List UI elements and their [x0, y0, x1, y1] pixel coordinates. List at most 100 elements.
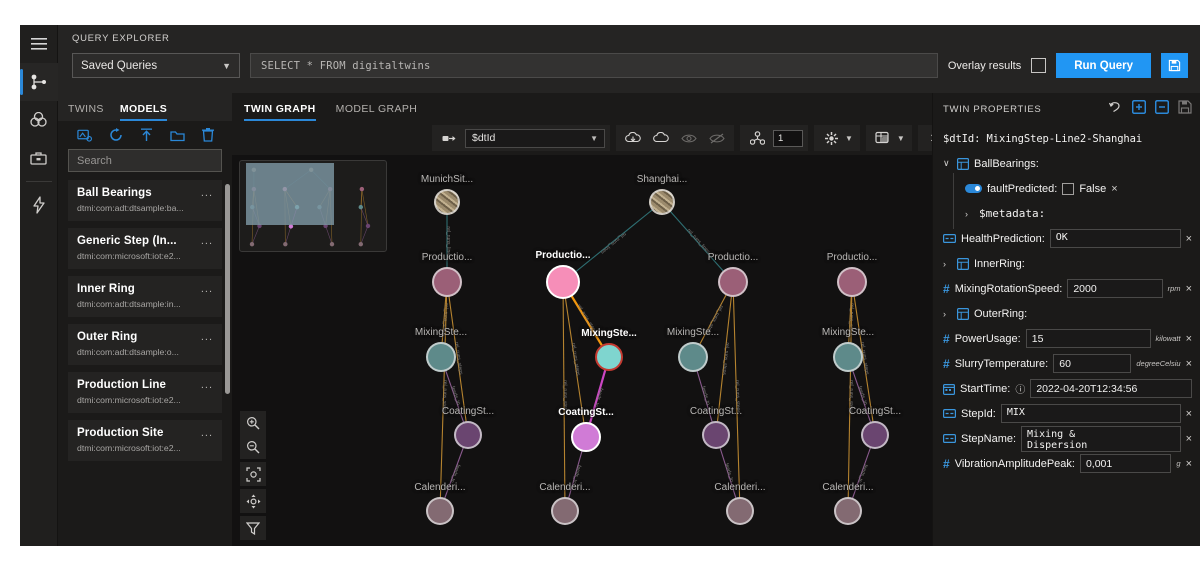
expansion-level-input[interactable]: 1	[773, 130, 803, 147]
query-row: Saved Queries ▼ SELECT * FROM digitaltwi…	[72, 53, 1188, 78]
minimap[interactable]	[239, 160, 387, 252]
list-item[interactable]: Production Site...dtmi:com:microsoft:iot…	[68, 420, 222, 461]
tab-models[interactable]: MODELS	[120, 103, 167, 121]
graph-node[interactable]	[454, 421, 482, 449]
remove-property-button[interactable]: ×	[1111, 183, 1117, 195]
sidebar-item-toolbox[interactable]	[20, 139, 58, 177]
graph-node[interactable]	[678, 342, 708, 372]
overlay-results-checkbox[interactable]	[1031, 58, 1046, 73]
tab-model-graph[interactable]: MODEL GRAPH	[336, 103, 418, 121]
expand-model-icon[interactable]	[621, 127, 645, 149]
graph-node[interactable]	[546, 265, 580, 299]
list-item[interactable]: Inner Ring...dtmi:com:adt:dtsample:in...	[68, 276, 222, 317]
filter-icon[interactable]	[240, 516, 266, 540]
sidebar-item-power[interactable]	[20, 186, 58, 224]
remove-property-button[interactable]: ×	[1186, 433, 1192, 445]
graph-node[interactable]	[702, 421, 730, 449]
property-value-input[interactable]: 15	[1026, 329, 1151, 348]
model-name: Outer Ring	[77, 331, 213, 343]
remove-property-button[interactable]: ×	[1186, 233, 1192, 245]
fit-icon[interactable]	[240, 489, 266, 513]
filter-grid-icon[interactable]	[871, 127, 895, 149]
graph-node[interactable]	[861, 421, 889, 449]
property-value-input[interactable]: 2000	[1067, 279, 1162, 298]
graph-node[interactable]	[649, 189, 675, 215]
expansion-icon[interactable]	[745, 127, 769, 149]
graph-node[interactable]	[434, 189, 460, 215]
list-item[interactable]: Generic Step (In......dtmi:com:microsoft…	[68, 228, 222, 269]
graph-node[interactable]	[426, 342, 456, 372]
model-overflow-button[interactable]: ...	[201, 187, 213, 199]
remove-property-button[interactable]: ×	[1186, 283, 1192, 295]
collapse-model-icon[interactable]	[649, 127, 673, 149]
model-overflow-button[interactable]: ...	[201, 283, 213, 295]
graph-node[interactable]	[837, 267, 867, 297]
graph-node[interactable]	[833, 342, 863, 372]
undo-icon[interactable]	[1109, 100, 1123, 118]
run-query-button[interactable]: Run Query	[1056, 53, 1151, 78]
property-value-input[interactable]: OK	[1050, 229, 1181, 248]
hide-relationship-icon[interactable]	[705, 127, 729, 149]
center-icon[interactable]	[240, 462, 266, 486]
expand-all-icon[interactable]	[1132, 100, 1146, 119]
model-overflow-button[interactable]: ...	[201, 427, 213, 439]
layout-icon[interactable]	[819, 127, 843, 149]
zoom-out-icon[interactable]	[240, 435, 266, 459]
saved-queries-dropdown[interactable]: Saved Queries ▼	[72, 53, 240, 78]
chevron-right-icon[interactable]: ›	[943, 309, 952, 319]
sidebar-item-model-graph[interactable]	[20, 63, 58, 101]
chevron-right-icon[interactable]: ›	[943, 259, 952, 269]
model-overflow-button[interactable]: ...	[201, 379, 213, 391]
save-icon[interactable]	[1178, 100, 1192, 119]
property-value-input[interactable]: 60	[1053, 354, 1131, 373]
models-scrollbar[interactable]	[225, 184, 230, 394]
graph-node[interactable]	[595, 343, 623, 371]
query-input[interactable]: SELECT * FROM digitaltwins	[250, 53, 938, 78]
model-overflow-button[interactable]: ...	[201, 235, 213, 247]
remove-property-button[interactable]: ×	[1186, 333, 1192, 345]
chevron-down-icon[interactable]: ▼	[897, 134, 905, 143]
property-value-input[interactable]: 2022-04-20T12:34:56	[1030, 379, 1192, 398]
remove-property-button[interactable]: ×	[1186, 358, 1192, 370]
list-item[interactable]: Outer Ring...dtmi:com:adt:dtsample:o...	[68, 324, 222, 365]
new-model-icon[interactable]	[77, 128, 92, 142]
list-item[interactable]: Production Line...dtmi:com:microsoft:iot…	[68, 372, 222, 413]
graph-node[interactable]	[834, 497, 862, 525]
property-value-input[interactable]: Mixing & Dispersion	[1021, 426, 1181, 452]
layers-icon[interactable]	[437, 127, 461, 149]
sidebar-item-twins[interactable]	[20, 101, 58, 139]
property-checkbox[interactable]	[1062, 183, 1074, 195]
property-select[interactable]: $dtId ▼	[465, 129, 605, 148]
tab-twins[interactable]: TWINS	[68, 103, 104, 121]
graph-node[interactable]	[718, 267, 748, 297]
chevron-down-icon[interactable]: ▼	[845, 134, 853, 143]
search-input[interactable]: Search	[68, 149, 222, 172]
graph-node[interactable]	[726, 497, 754, 525]
collapse-all-icon[interactable]	[1155, 100, 1169, 119]
refresh-icon[interactable]	[109, 128, 123, 142]
tab-twin-graph[interactable]: TWIN GRAPH	[244, 103, 316, 121]
chevron-right-icon[interactable]: ›	[965, 209, 974, 219]
folder-icon[interactable]	[170, 129, 185, 142]
model-list[interactable]: Ball Bearings...dtmi:com:adt:dtsample:ba…	[58, 180, 232, 546]
delete-icon[interactable]	[202, 128, 214, 142]
show-relationship-icon[interactable]	[677, 127, 701, 149]
property-value-input[interactable]: MIX	[1001, 404, 1181, 423]
graph-node[interactable]	[426, 497, 454, 525]
save-query-button[interactable]	[1161, 53, 1188, 78]
graph-node[interactable]	[432, 267, 462, 297]
chevron-down-icon[interactable]: ∨	[943, 158, 952, 169]
property-value-input[interactable]: 0,001	[1080, 454, 1171, 473]
hamburger-menu-button[interactable]	[20, 25, 58, 63]
zoom-in-icon[interactable]	[240, 411, 266, 435]
graph-node[interactable]	[571, 422, 601, 452]
remove-property-button[interactable]: ×	[1186, 408, 1192, 420]
list-item[interactable]: Ball Bearings...dtmi:com:adt:dtsample:ba…	[68, 180, 222, 221]
remove-property-button[interactable]: ×	[1186, 458, 1192, 470]
graph-canvas[interactable]: rel_runs_linesrel_runs_linesrel_runs_lin…	[232, 155, 932, 546]
model-overflow-button[interactable]: ...	[201, 331, 213, 343]
upload-icon[interactable]	[140, 128, 153, 142]
info-icon[interactable]: ⓘ	[1015, 381, 1025, 396]
graph-node[interactable]	[551, 497, 579, 525]
minimap-viewport[interactable]	[246, 163, 334, 225]
